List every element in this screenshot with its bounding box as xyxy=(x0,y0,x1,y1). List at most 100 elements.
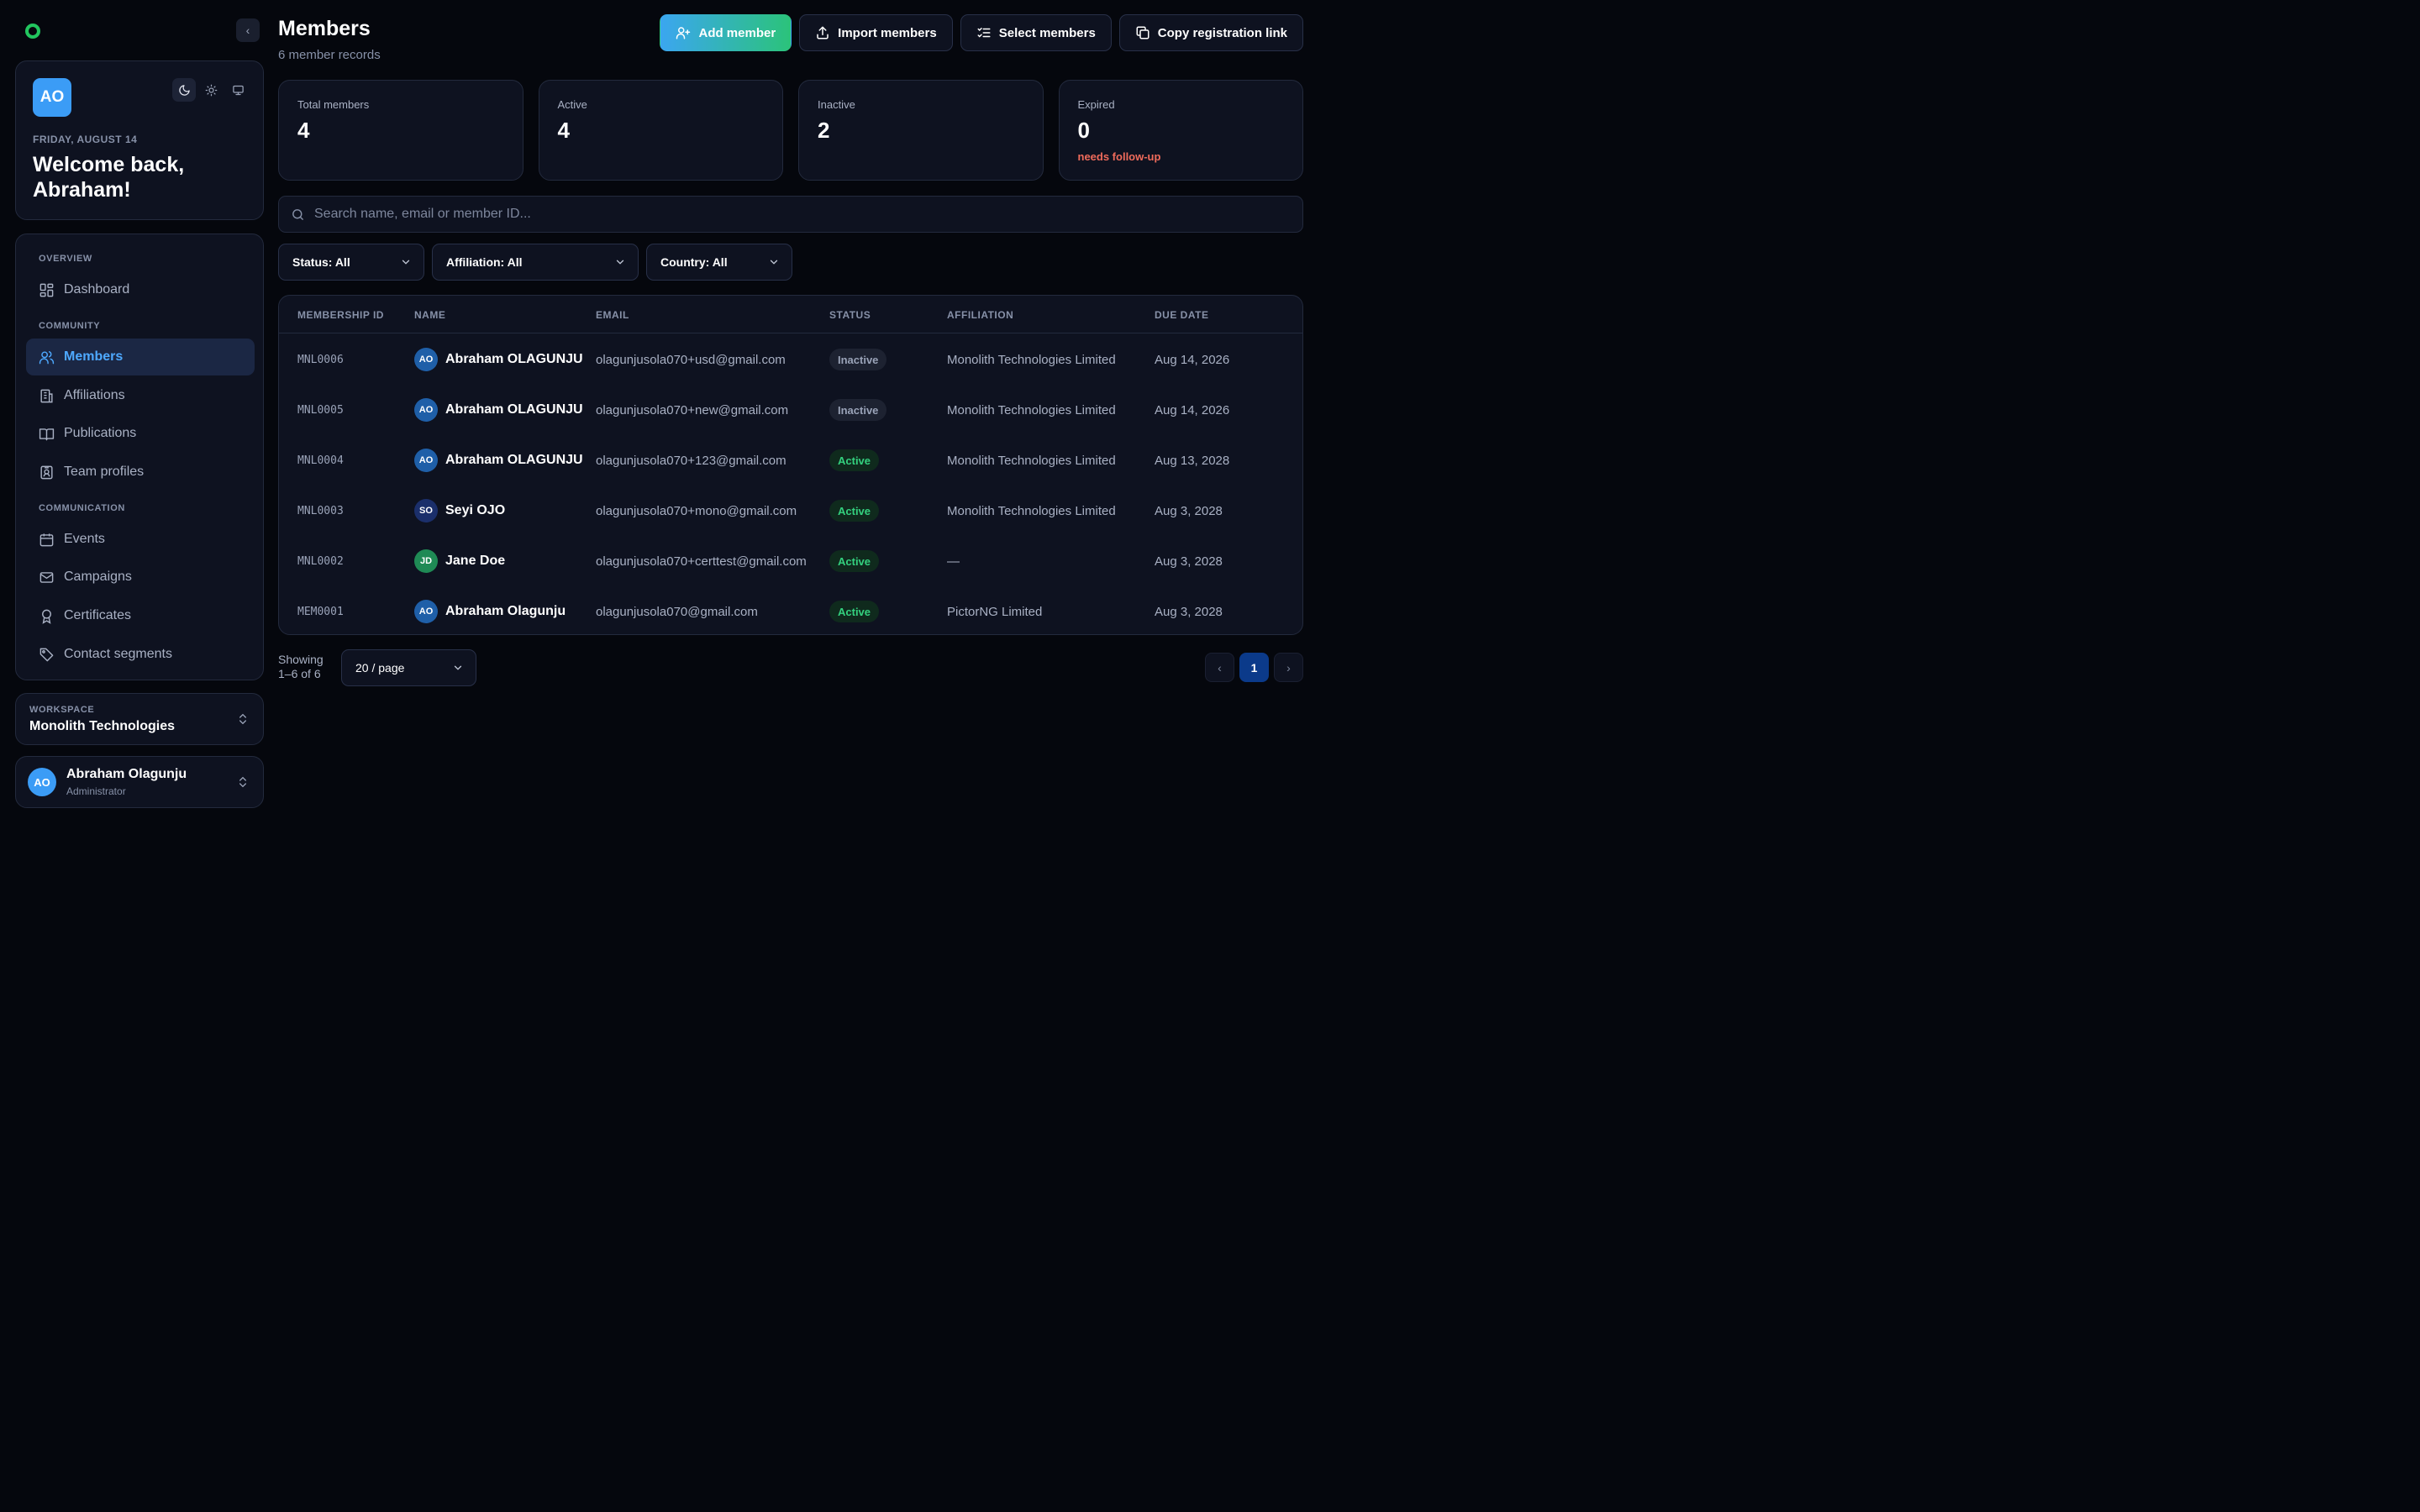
due-date-cell: Aug 3, 2028 xyxy=(1155,503,1223,518)
dark-theme-button[interactable] xyxy=(172,78,196,102)
affiliation-cell: Monolith Technologies Limited xyxy=(947,352,1116,367)
user-name: Abraham Olagunju xyxy=(66,767,187,781)
table-header: MEMBERSHIP ID NAME EMAIL STATUS AFFILIAT… xyxy=(279,296,1302,333)
country-filter-value: Country: All xyxy=(660,255,728,269)
add-member-button[interactable]: Add member xyxy=(660,14,792,51)
workspace-name: Monolith Technologies xyxy=(29,719,176,733)
member-name[interactable]: Jane Doe xyxy=(445,554,505,569)
sidebar-item-team-profiles[interactable]: Team profiles xyxy=(26,454,255,491)
sun-icon xyxy=(205,84,217,96)
column-header-name[interactable]: NAME xyxy=(414,309,445,321)
showing-label: Showing xyxy=(278,653,324,666)
country-filter[interactable]: Country: All xyxy=(646,244,792,281)
sidebar-item-certificates[interactable]: Certificates xyxy=(26,597,255,634)
previous-page-button[interactable]: ‹ xyxy=(1205,653,1234,682)
import-members-button[interactable]: Import members xyxy=(799,14,953,51)
sidebar-nav: OVERVIEW Dashboard COMMUNITY Members Aff… xyxy=(15,234,264,680)
sidebar-item-contact-segments[interactable]: Contact segments xyxy=(26,636,255,673)
system-theme-button[interactable] xyxy=(226,78,250,102)
affiliation-cell: — xyxy=(947,554,960,569)
page-size-select[interactable]: 20 / page xyxy=(341,649,476,686)
theme-toggle xyxy=(172,78,250,102)
member-name[interactable]: Seyi OJO xyxy=(445,503,505,518)
column-header-due-date[interactable]: DUE DATE xyxy=(1155,309,1208,321)
user-role: Administrator xyxy=(66,785,126,797)
table-row[interactable]: MNL0003 SO Seyi OJO olagunjusola070+mono@gm… xyxy=(279,486,1302,536)
building-icon xyxy=(40,389,53,402)
avatar: AO xyxy=(28,768,56,796)
table-row[interactable]: MNL0004 AO Abraham OLAGUNJU olagunjusola070… xyxy=(279,435,1302,486)
membership-id-cell: MEM0001 xyxy=(297,605,344,618)
affiliation-filter[interactable]: Affiliation: All xyxy=(432,244,639,281)
avatar: JD xyxy=(414,549,438,573)
select-members-button[interactable]: Select members xyxy=(960,14,1112,51)
welcome-card: AO FRIDAY, AUGUST 14 Welcome back, Abrah… xyxy=(15,60,264,220)
email-cell: olagunjusola070+123@gmail.com xyxy=(596,453,786,468)
column-header-email[interactable]: EMAIL xyxy=(596,309,629,321)
dashboard-icon xyxy=(39,283,54,297)
workspace-switcher[interactable]: WORKSPACE Monolith Technologies xyxy=(15,693,264,745)
logo xyxy=(25,24,40,39)
avatar: AO xyxy=(414,348,438,371)
chevrons-up-down-icon xyxy=(239,713,246,725)
stat-value: 4 xyxy=(297,118,310,143)
affiliation-filter-value: Affiliation: All xyxy=(446,255,523,269)
member-name[interactable]: Abraham OLAGUNJU xyxy=(445,402,583,417)
column-header-affiliation[interactable]: AFFILIATION xyxy=(947,309,1013,321)
membership-id-cell: MNL0006 xyxy=(297,353,344,366)
membership-id-cell: MNL0004 xyxy=(297,454,344,467)
next-page-button[interactable]: › xyxy=(1274,653,1303,682)
sidebar-item-label: Affiliations xyxy=(64,388,125,402)
sidebar-item-label: Events xyxy=(64,532,105,546)
member-name[interactable]: Abraham Olagunju xyxy=(445,604,566,619)
sidebar-item-label: Campaigns xyxy=(64,570,132,584)
sidebar-item-affiliations[interactable]: Affiliations xyxy=(26,377,255,414)
stat-label: Active xyxy=(557,98,587,111)
sidebar-item-dashboard[interactable]: Dashboard xyxy=(26,271,255,308)
status-filter[interactable]: Status: All xyxy=(278,244,424,281)
user-menu[interactable]: AO Abraham Olagunju Administrator xyxy=(15,756,264,808)
sidebar-item-campaigns[interactable]: Campaigns xyxy=(26,559,255,596)
search-icon xyxy=(292,208,303,220)
table-row[interactable]: MEM0001 AO Abraham Olagunju olagunjusola070… xyxy=(279,586,1302,634)
mail-icon xyxy=(39,571,54,583)
stat-label: Inactive xyxy=(818,98,855,111)
user-plus-icon xyxy=(676,27,691,39)
due-date-cell: Aug 13, 2028 xyxy=(1155,453,1230,468)
due-date-cell: Aug 3, 2028 xyxy=(1155,554,1223,569)
sidebar-item-publications[interactable]: Publications xyxy=(26,415,255,452)
app-root: ‹ AO FRIDAY, AUGUST 14 Welcome back, Abr… xyxy=(0,0,1318,823)
showing-range: 1–6 of 6 xyxy=(278,667,321,680)
member-name[interactable]: Abraham OLAGUNJU xyxy=(445,453,583,468)
copy-registration-link-label: Copy registration link xyxy=(1157,25,1287,40)
welcome-heading: Welcome back, Abraham! xyxy=(33,153,185,202)
table-row[interactable]: MNL0006 AO Abraham OLAGUNJU olagunjusola070… xyxy=(279,334,1302,385)
name-cell: JD Jane Doe xyxy=(414,536,505,586)
sidebar: ‹ AO FRIDAY, AUGUST 14 Welcome back, Abr… xyxy=(15,15,264,808)
name-cell: AO Abraham OLAGUNJU xyxy=(414,334,583,385)
member-name[interactable]: Abraham OLAGUNJU xyxy=(445,352,583,367)
name-cell: AO Abraham Olagunju xyxy=(414,586,566,634)
email-cell: olagunjusola070+certtest@gmail.com xyxy=(596,554,807,569)
table-row[interactable]: MNL0005 AO Abraham OLAGUNJU olagunjusola070… xyxy=(279,385,1302,435)
page-button-current[interactable]: 1 xyxy=(1239,653,1269,682)
status-badge: Active xyxy=(829,449,880,471)
column-header-membership-id[interactable]: MEMBERSHIP ID xyxy=(297,309,384,321)
light-theme-button[interactable] xyxy=(199,78,223,102)
status-badge: Active xyxy=(829,550,880,572)
status-badge: Active xyxy=(829,601,880,622)
sidebar-item-members[interactable]: Members xyxy=(26,339,255,375)
copy-registration-link-button[interactable]: Copy registration link xyxy=(1118,14,1303,51)
search-input[interactable] xyxy=(314,207,1239,222)
name-cell: AO Abraham OLAGUNJU xyxy=(414,435,583,486)
chevron-down-icon xyxy=(616,260,624,265)
status-cell: Active xyxy=(829,586,880,634)
table-row[interactable]: MNL0002 JD Jane Doe olagunjusola070+certtes… xyxy=(279,536,1302,586)
column-header-status[interactable]: STATUS xyxy=(829,309,871,321)
sidebar-item-label: Publications xyxy=(64,426,137,440)
collapse-sidebar-button[interactable]: ‹ xyxy=(236,18,260,42)
list-check-icon xyxy=(977,28,991,38)
sidebar-item-events[interactable]: Events xyxy=(26,521,255,558)
stat-card-expired: Expired 0 needs follow-up xyxy=(1058,80,1303,181)
status-filter-value: Status: All xyxy=(292,255,350,269)
